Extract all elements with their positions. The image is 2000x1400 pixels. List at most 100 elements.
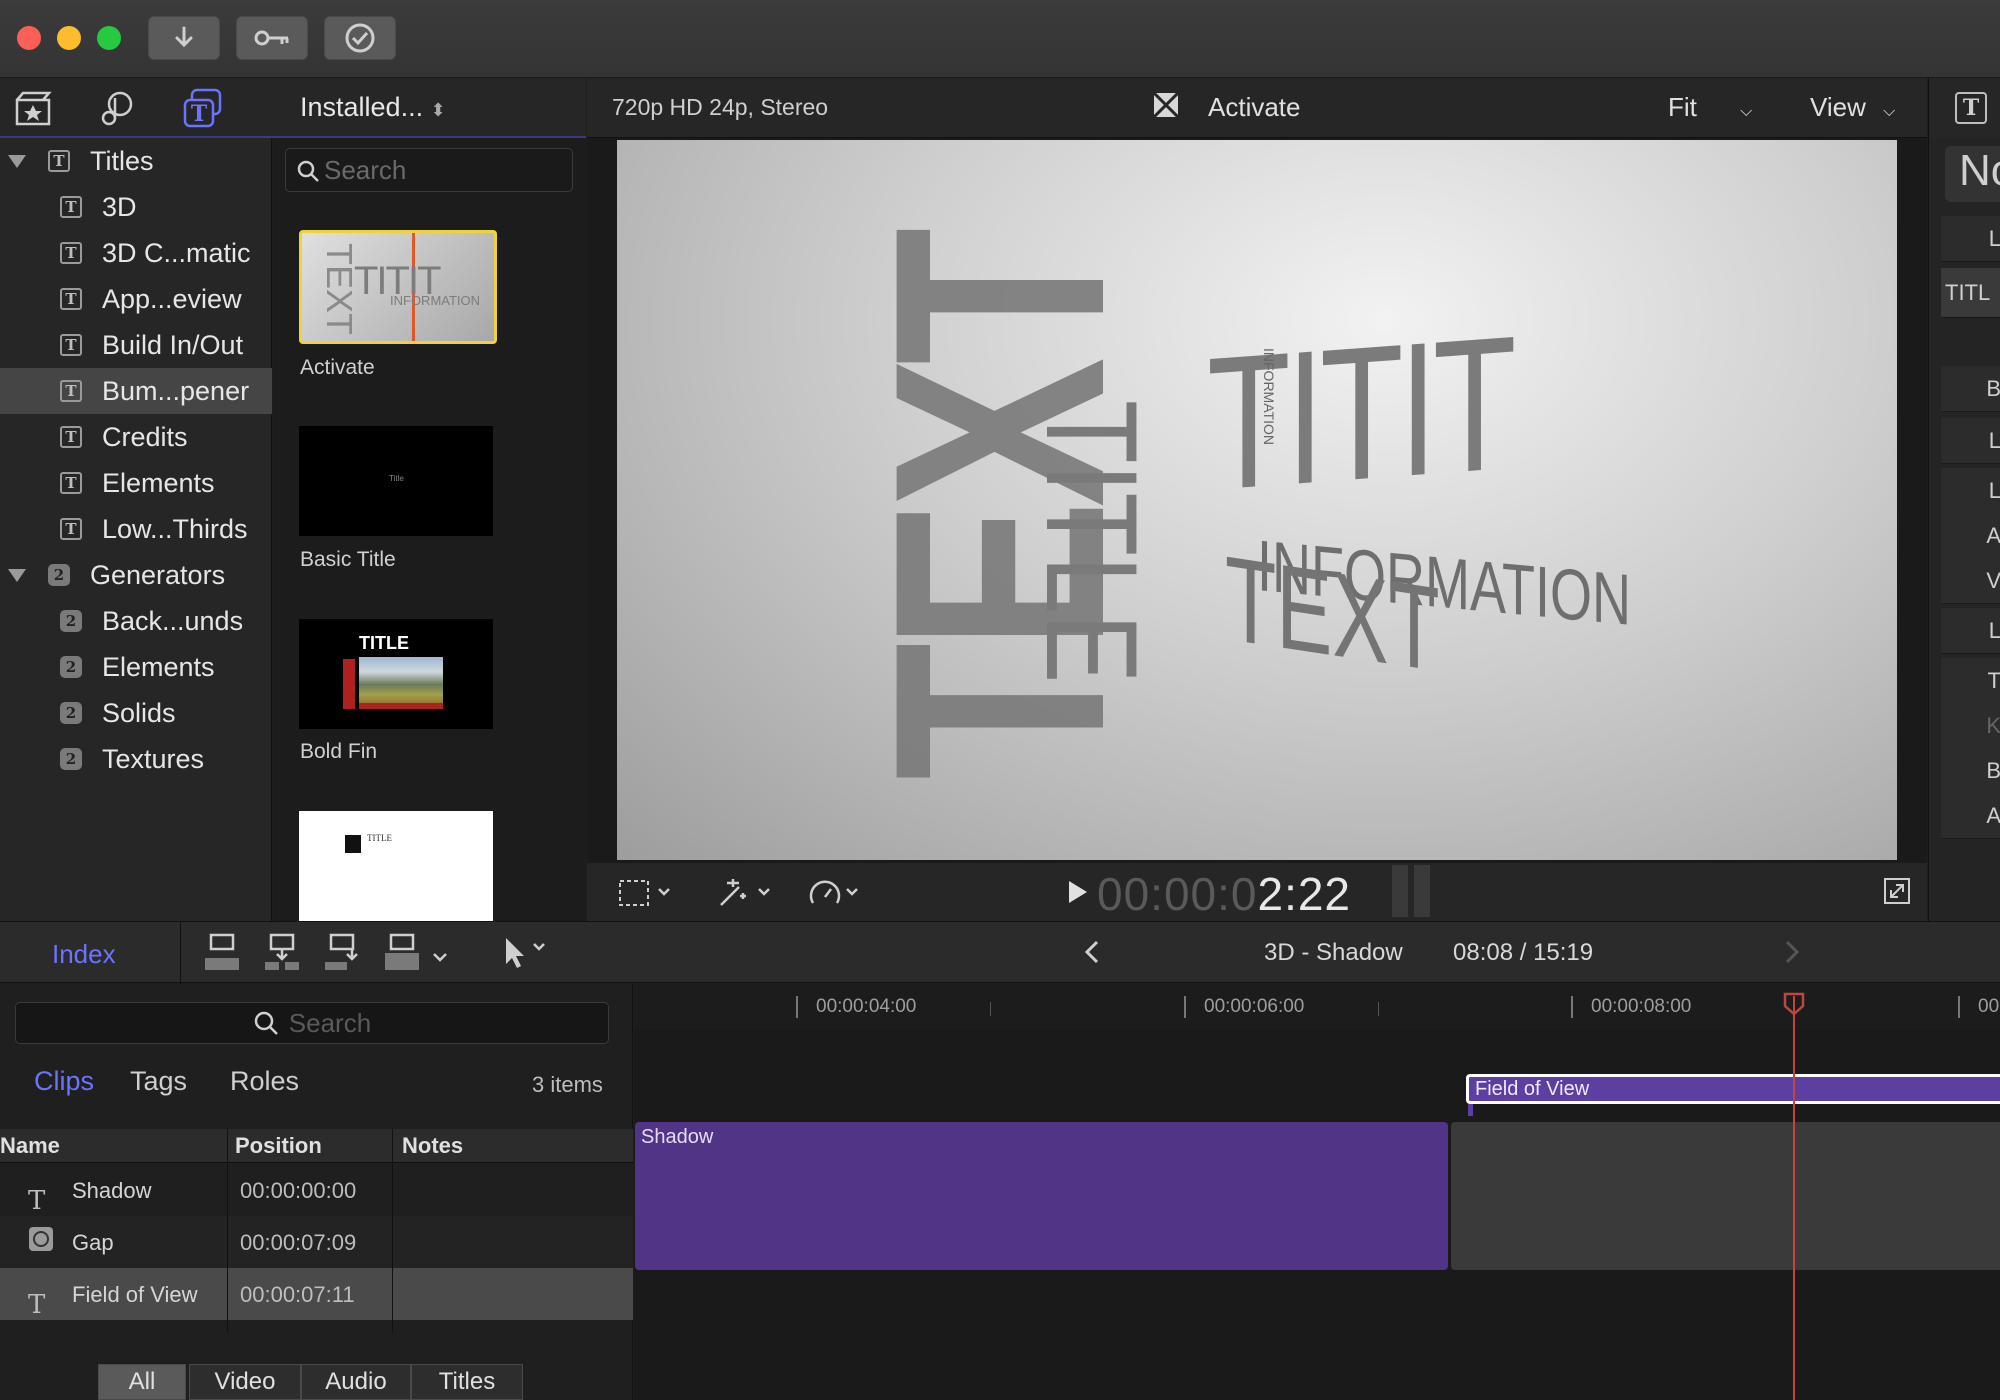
inspector-row[interactable]: L	[1941, 418, 2000, 464]
minimize-window-button[interactable]	[57, 26, 81, 50]
play-button[interactable]	[1065, 878, 1089, 911]
timeline[interactable]: 00:00:04:00 00:00:06:00 00:00:08:00 00 F…	[634, 984, 2000, 1400]
row-name: Gap	[72, 1230, 114, 1255]
speed-tool-icon[interactable]	[807, 875, 867, 914]
table-row[interactable]: T Shadow 00:00:00:00	[0, 1164, 633, 1216]
enhance-tool-icon[interactable]	[717, 875, 777, 914]
connect-clip-icon[interactable]	[202, 932, 242, 979]
view-popup[interactable]: View ⌵	[1810, 92, 1895, 123]
inspector-row[interactable]: A	[1941, 793, 2000, 839]
viewer-canvas[interactable]: TEXT TITIT TITLE INFORMATION TEXT INFORM…	[617, 140, 1897, 860]
filter-video-button[interactable]: Video	[189, 1364, 301, 1400]
inspector-row[interactable]: B	[1941, 748, 2000, 794]
inspector-row[interactable]: K	[1941, 703, 2000, 749]
sidebar-item[interactable]: T Titles	[0, 138, 272, 184]
sidebar-item[interactable]: T Credits	[0, 414, 272, 460]
inspector-row[interactable]: L	[1941, 608, 2000, 654]
sidebar-item[interactable]: T Build In/Out	[0, 322, 272, 368]
inspector-row[interactable]: A	[1941, 513, 2000, 559]
sidebar-item-label: 3D	[102, 191, 137, 222]
overwrite-clip-icon[interactable]	[382, 932, 422, 979]
timecode-display[interactable]: 00:00:02:22	[1097, 867, 1351, 921]
transform-tool-icon[interactable]	[617, 877, 677, 914]
timeline-back-button[interactable]	[1082, 938, 1102, 973]
sidebar-item[interactable]: 2 Solids	[0, 690, 272, 736]
filter-titles-button[interactable]: Titles	[411, 1364, 523, 1400]
inspector-title: No	[1945, 146, 2000, 202]
tab-tags[interactable]: Tags	[130, 1066, 187, 1097]
tab-clips[interactable]: Clips	[34, 1066, 94, 1097]
disclosure-triangle-icon[interactable]	[8, 154, 26, 168]
inspector-row[interactable]: L	[1941, 468, 2000, 514]
import-icon	[175, 26, 193, 48]
inspector-row-label: TITL	[1945, 279, 1991, 305]
sidebar-item[interactable]: 2 Textures	[0, 736, 272, 782]
chevron-down-icon[interactable]	[432, 942, 448, 970]
column-header-notes[interactable]: Notes	[402, 1133, 463, 1159]
table-row[interactable]: T Field of View 00:00:07:11	[0, 1268, 633, 1320]
sidebar-item[interactable]: 2 Generators	[0, 552, 272, 598]
index-search-field[interactable]: Search	[15, 1002, 609, 1044]
inspector-header: T	[1928, 78, 2000, 138]
playhead[interactable]	[1783, 992, 1805, 1400]
search-icon	[297, 160, 319, 182]
sidebar-item[interactable]: T App...eview	[0, 276, 272, 322]
inspector-row[interactable]: V	[1941, 558, 2000, 604]
browser-search-field[interactable]: Search	[285, 148, 573, 192]
disclosure-triangle-icon[interactable]	[8, 568, 26, 582]
column-header-position[interactable]: Position	[235, 1133, 322, 1159]
audio-meter-left	[1392, 865, 1408, 917]
select-tool-icon[interactable]	[500, 936, 552, 977]
inspector-row[interactable]: L	[1941, 216, 2000, 262]
clip-gap[interactable]	[1451, 1122, 2000, 1270]
zoom-window-button[interactable]	[97, 26, 121, 50]
titles-icon: T	[60, 242, 82, 264]
fullscreen-icon[interactable]	[1883, 877, 1911, 910]
clapper-star-icon[interactable]	[14, 90, 52, 133]
insert-clip-icon[interactable]	[262, 932, 302, 979]
import-button[interactable]	[148, 16, 220, 60]
sidebar-item-label: Back...unds	[102, 605, 244, 636]
index-button[interactable]: Index	[52, 939, 116, 970]
clip-shadow[interactable]: Shadow	[635, 1122, 1448, 1270]
sidebar-item[interactable]: T Bum...pener	[0, 368, 272, 414]
titles-icon: T	[60, 288, 82, 310]
close-window-button[interactable]	[17, 26, 41, 50]
filter-audio-button[interactable]: Audio	[301, 1364, 411, 1400]
thumb-landscape-image	[359, 657, 443, 707]
background-tasks-button[interactable]	[324, 16, 396, 60]
thumbnail-white-title[interactable]: TITLE	[299, 811, 493, 921]
inspector-row[interactable]: B	[1941, 366, 2000, 412]
clip-field-of-view[interactable]: Field of View	[1466, 1074, 2000, 1104]
timeline-forward-button[interactable]	[1782, 938, 1802, 973]
sidebar-item[interactable]: T 3D	[0, 184, 272, 230]
sidebar-item[interactable]: T Elements	[0, 460, 272, 506]
tab-roles[interactable]: Roles	[230, 1066, 299, 1097]
installed-popup[interactable]: Installed... ⬍	[300, 92, 446, 123]
sidebar-item[interactable]: T Low...Thirds	[0, 506, 272, 552]
titles-icon: T	[60, 380, 82, 402]
titles-generators-icon[interactable]: T	[182, 88, 224, 133]
project-name: 3D - Shadow	[1264, 939, 1403, 966]
inspector-row[interactable]: TITL	[1941, 268, 2000, 318]
sidebar-item[interactable]: T 3D C...matic	[0, 230, 272, 276]
titles-inspector-icon[interactable]: T	[1955, 92, 1987, 124]
zoom-popup[interactable]: Fit ⌵	[1668, 92, 1752, 123]
column-header-name[interactable]: Name	[0, 1133, 60, 1159]
sidebar-item[interactable]: 2 Back...unds	[0, 598, 272, 644]
filter-all-button[interactable]: All	[98, 1364, 186, 1400]
sidebar-item[interactable]: 2 Elements	[0, 644, 272, 690]
append-clip-icon[interactable]	[322, 932, 362, 979]
music-photo-icon[interactable]	[98, 90, 136, 133]
keywords-button[interactable]	[236, 16, 308, 60]
inspector-row[interactable]: T	[1941, 658, 2000, 704]
thumb-red-bar	[343, 659, 355, 709]
thumbnail-bold-fin[interactable]: TITLE	[299, 619, 493, 729]
column-divider	[227, 1164, 228, 1332]
titles-icon: T	[60, 518, 82, 540]
thumbnail-basic-title[interactable]: Title	[299, 426, 493, 536]
table-row[interactable]: Gap 00:00:07:09	[0, 1216, 633, 1268]
thumbnail-activate[interactable]: TITIT TEXT INFORMATION	[299, 230, 497, 344]
inspector-row-label: L	[1988, 617, 2000, 643]
row-name: Field of View	[72, 1282, 198, 1307]
